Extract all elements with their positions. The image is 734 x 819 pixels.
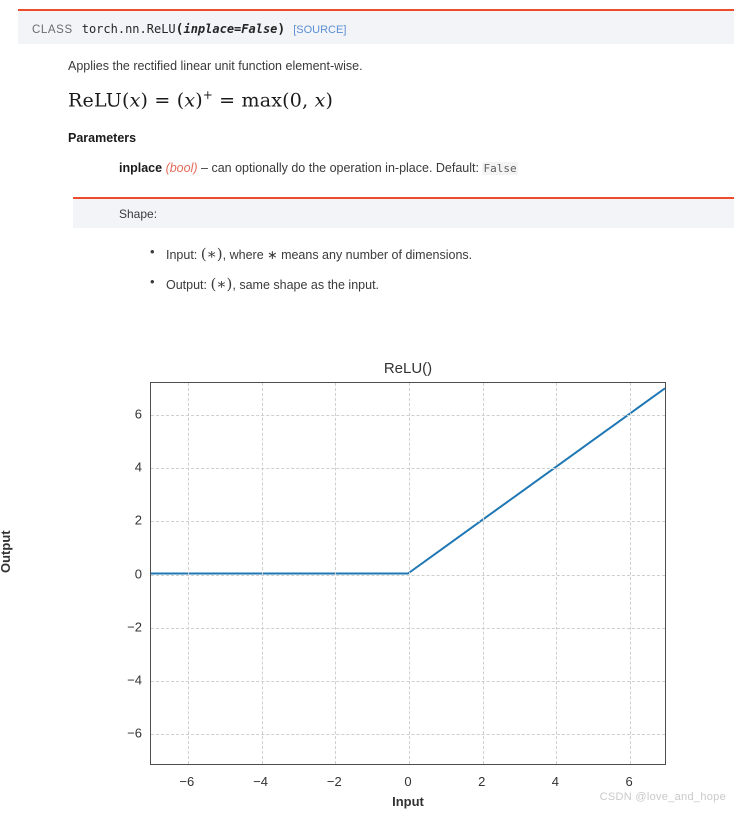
chart-x-tick — [630, 764, 631, 765]
shape-item-prefix: Output: — [166, 278, 211, 293]
shape-item-prefix: Input: — [166, 248, 201, 262]
formula-end: ) — [325, 89, 334, 112]
chart-y-tick-label: 2 — [134, 512, 142, 528]
parameter-inplace: inplace (bool) – can optionally do the o… — [119, 161, 518, 175]
list-item: Output: (∗), same shape as the input. — [150, 273, 472, 294]
formula-mid-1: ) = ( — [140, 89, 185, 112]
chart-gridline-vertical — [187, 383, 189, 764]
chart-y-tick — [150, 628, 151, 629]
chart-x-tick-label: −6 — [179, 774, 195, 789]
chart-y-tick — [150, 521, 151, 522]
parameters-heading: Parameters — [68, 131, 137, 145]
chart-gridline-horizontal — [151, 734, 665, 736]
chart-x-tick-label: 0 — [404, 774, 412, 789]
chart-gridline-horizontal — [151, 468, 665, 470]
chart-y-tick-label: 0 — [134, 566, 142, 581]
formula-var-2: x — [184, 89, 196, 112]
class-qualname: torch.nn.ReLU — [81, 22, 176, 36]
chart-x-tick-label: −2 — [326, 774, 342, 789]
chart-y-axis-label: Output — [0, 530, 13, 573]
chart-gridline-vertical — [630, 383, 632, 764]
chart-line-svg — [151, 383, 665, 764]
chart-title: ReLU() — [383, 360, 433, 377]
source-link[interactable]: [SOURCE] — [293, 24, 346, 36]
list-item: Input: (∗), where ∗ means any number of … — [150, 243, 473, 264]
parameter-name: inplace — [119, 161, 163, 175]
chart-gridline-horizontal — [151, 680, 665, 682]
relu-plot-figure: ReLU() −6 −4 −2 0 2 4 6 −6 −4 −2 0 2 4 6 Input Outpu… — [0, 350, 734, 819]
chart-y-tick — [150, 681, 151, 682]
chart-gridline-horizontal — [151, 521, 665, 523]
parameter-default-value: False — [482, 162, 518, 175]
chart-y-tick — [150, 415, 151, 416]
signature-box: CLASS torch.nn.ReLU(inplace=False) [SOURCE… — [18, 11, 734, 44]
chart-x-tick — [262, 764, 263, 765]
shape-item-rest: , same shape as the input. — [232, 278, 380, 293]
chart-gridline-horizontal — [151, 627, 665, 629]
chart-series-line — [151, 388, 665, 573]
formula-mid-2: ) — [195, 89, 203, 112]
shape-heading: Shape: — [73, 199, 734, 228]
chart-gridline-horizontal — [151, 574, 665, 576]
parameter-description: – can optionally do the operation in-pla… — [201, 161, 479, 175]
watermark-text: CSDN @love_and_hope — [599, 791, 726, 803]
chart-gridline-vertical — [556, 383, 558, 764]
chart-x-tick-label: 4 — [551, 774, 560, 789]
chart-gridline-horizontal — [151, 414, 665, 416]
description-text: Applies the rectified linear unit functi… — [68, 59, 363, 73]
class-signature-block: CLASS torch.nn.ReLU(inplace=False) [SOURCE… — [18, 9, 734, 44]
chart-y-tick — [150, 575, 151, 576]
shape-admonition: Shape: — [73, 197, 734, 228]
chart-y-tick — [150, 734, 151, 735]
chart-y-tick — [150, 468, 151, 469]
chart-plot-area — [150, 382, 666, 765]
chart-x-tick — [409, 764, 410, 765]
formula-superscript: + — [202, 88, 213, 102]
signature-parameter: inplace=False — [183, 22, 278, 36]
chart-y-tick-label: 4 — [134, 459, 142, 475]
relu-formula: ReLU(x) = (x)+ = max(0, x) — [68, 88, 333, 111]
shape-item-symbol: (∗) — [200, 245, 223, 263]
chart-gridline-vertical — [482, 383, 484, 764]
chart-gridline-vertical — [261, 383, 263, 764]
formula-var-3: x — [314, 89, 326, 112]
formula-mid-3: = max(0, — [212, 89, 315, 112]
chart-x-tick — [335, 764, 336, 765]
chart-x-tick-label: 2 — [478, 774, 486, 789]
chart-gridline-vertical — [409, 383, 410, 764]
chart-x-tick — [483, 764, 484, 765]
chart-gridline-vertical — [335, 383, 337, 764]
shape-item-symbol: (∗) — [210, 275, 233, 294]
chart-x-tick — [188, 764, 189, 765]
chart-x-tick — [556, 764, 557, 765]
shape-items-list: Input: (∗), where ∗ means any number of … — [150, 243, 473, 305]
class-keyword: CLASS — [32, 24, 73, 36]
signature-close-paren: ) — [277, 22, 286, 37]
formula-var-1: x — [129, 89, 141, 112]
chart-y-tick-label: −2 — [127, 619, 142, 635]
chart-y-tick-label: 6 — [134, 406, 142, 422]
chart-x-tick-label: −4 — [253, 774, 268, 789]
chart-y-tick-label: −4 — [127, 672, 142, 688]
formula-lhs: ReLU( — [68, 89, 130, 112]
chart-y-tick-label: −6 — [127, 725, 142, 741]
chart-x-tick-label: 6 — [625, 774, 633, 789]
shape-item-rest: , where ∗ means any number of dimensions… — [222, 248, 473, 262]
chart-x-axis-label: Input — [392, 794, 424, 809]
parameter-type: (bool) — [165, 161, 198, 175]
